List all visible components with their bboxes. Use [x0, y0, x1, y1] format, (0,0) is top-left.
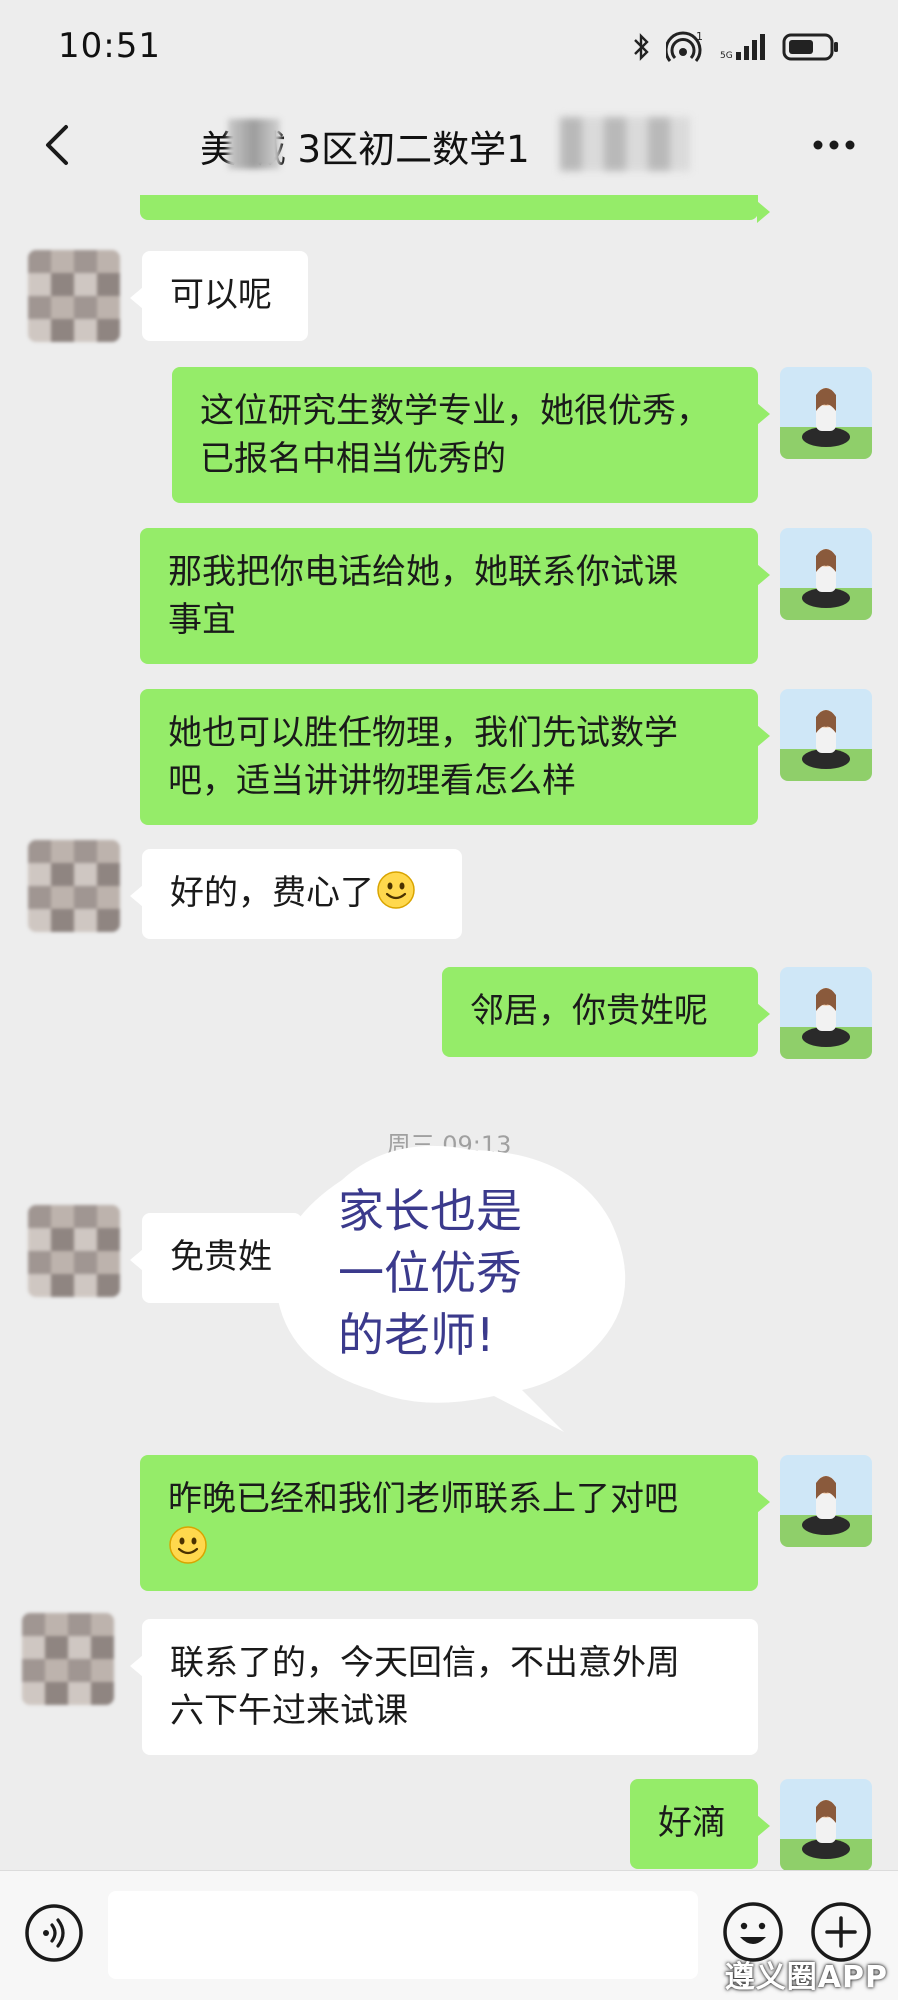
- message-bubble: 可以呢: [130, 251, 308, 341]
- hotspot-icon: 1: [666, 30, 703, 62]
- message-bubble-partial: [140, 195, 770, 223]
- self-avatar[interactable]: [780, 367, 872, 459]
- svg-text:5G: 5G: [720, 51, 733, 61]
- message-text: 邻居，你贵姓呢: [470, 991, 708, 1031]
- message-text-line: 六下午过来试课: [170, 1691, 408, 1731]
- message-text: 好滴: [658, 1803, 726, 1843]
- input-bar: 遵义圈APP: [0, 1870, 898, 2000]
- message-text-line: 事宜: [168, 600, 236, 640]
- message-text-line: 昨晚已经和我们老师联系上了对吧: [168, 1479, 678, 1519]
- chevron-left-icon[interactable]: [30, 117, 86, 173]
- status-icons: 1 5G: [632, 30, 840, 64]
- message-bubble: 昨晚已经和我们老师联系上了对吧: [140, 1455, 770, 1591]
- self-avatar[interactable]: [780, 1779, 872, 1870]
- message-bubble: 好滴: [630, 1779, 770, 1869]
- signal-icon: 5G: [720, 34, 765, 61]
- self-avatar[interactable]: [780, 967, 872, 1059]
- peer-avatar[interactable]: [22, 1613, 114, 1705]
- message-bubble: 联系了的，今天回信，不出意外周 六下午过来试课: [130, 1619, 758, 1755]
- more-dots-icon[interactable]: [804, 117, 864, 173]
- peer-avatar[interactable]: [28, 1205, 120, 1297]
- svg-text:1: 1: [696, 30, 703, 43]
- message-text-line: 这位研究生数学专业，她很优秀，: [200, 391, 710, 431]
- message-text: 好的，费心了: [170, 873, 374, 913]
- message-text: 可以呢: [170, 275, 272, 315]
- message-bubble: 邻居，你贵姓呢: [442, 967, 770, 1057]
- chat-messages: 可以呢 这位研究生数学专业，她很优秀， 已报名中相当优秀的 那我把你电话给她，她…: [0, 195, 898, 1870]
- message-text-line: 那我把你电话给她，她联系你试课: [168, 552, 678, 592]
- sticker-line: 的老师!: [338, 1308, 495, 1362]
- battery-icon: [782, 33, 838, 61]
- message-text: 免贵姓: [170, 1237, 272, 1277]
- status-bar: 10:51 1 5G: [0, 0, 898, 95]
- chat-header: 美 城 3区初二数学1: [0, 95, 898, 195]
- sticker-line: 家长也是: [338, 1184, 522, 1238]
- message-bubble: 那我把你电话给她，她联系你试课 事宜: [140, 528, 770, 664]
- bluetooth-icon: [634, 33, 649, 61]
- smile-emoji: [377, 871, 415, 909]
- peer-avatar[interactable]: [28, 840, 120, 932]
- message-text-line: 已报名中相当优秀的: [200, 439, 506, 479]
- sticker-caption: 家长也是 一位优秀 的老师!: [338, 1180, 578, 1366]
- voice-icon[interactable]: [22, 1901, 86, 1965]
- self-avatar[interactable]: [780, 528, 872, 620]
- redaction-blur: [228, 119, 280, 169]
- message-text-line: 她也可以胜任物理，我们先试数学: [168, 713, 678, 753]
- message-bubble: 她也可以胜任物理，我们先试数学 吧，适当讲讲物理看怎么样: [140, 689, 770, 825]
- redaction-blur: [560, 117, 690, 171]
- self-avatar[interactable]: [780, 1455, 872, 1547]
- status-time: 10:51: [58, 26, 161, 66]
- self-avatar[interactable]: [780, 689, 872, 781]
- message-text-line: 联系了的，今天回信，不出意外周: [170, 1643, 680, 1683]
- message-input[interactable]: [108, 1891, 698, 1979]
- message-text-line: 吧，适当讲讲物理看怎么样: [168, 761, 576, 801]
- message-bubble: 这位研究生数学专业，她很优秀， 已报名中相当优秀的: [172, 367, 770, 503]
- sticker-line: 一位优秀: [338, 1246, 522, 1300]
- peer-avatar[interactable]: [28, 250, 120, 342]
- watermark: 遵义圈APP: [724, 1960, 888, 1995]
- smile-emoji: [169, 1526, 207, 1564]
- message-bubble: 好的，费心了: [130, 849, 462, 939]
